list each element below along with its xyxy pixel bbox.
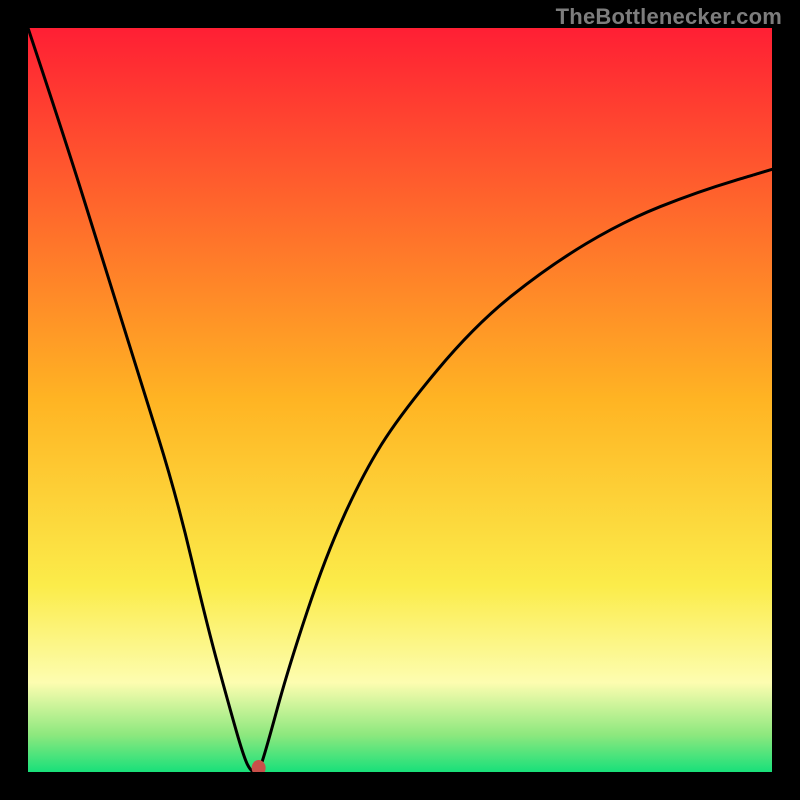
chart-svg xyxy=(28,28,772,772)
plot-area xyxy=(28,28,772,772)
gradient-background xyxy=(28,28,772,772)
chart-frame: TheBottlenecker.com xyxy=(0,0,800,800)
watermark-text: TheBottlenecker.com xyxy=(556,4,782,30)
